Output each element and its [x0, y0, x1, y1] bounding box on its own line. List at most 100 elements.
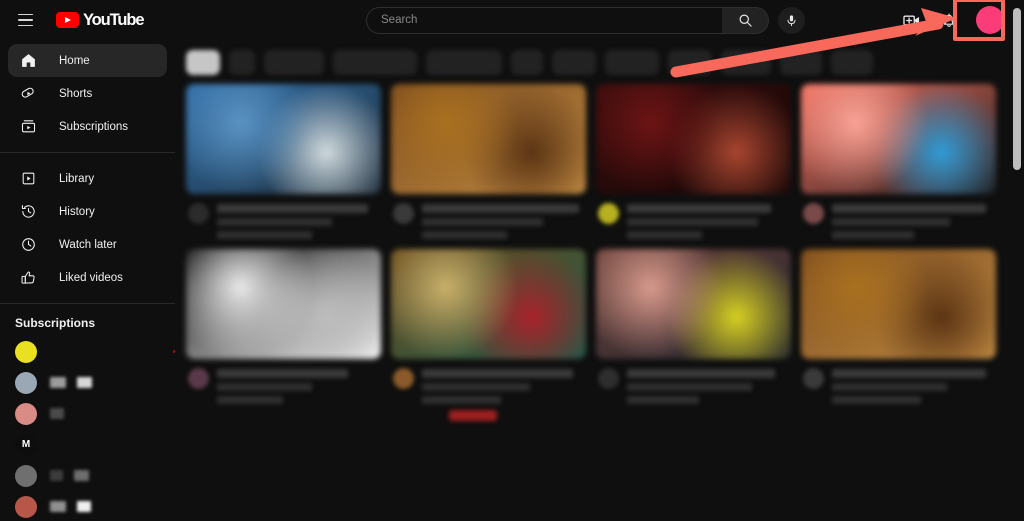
- video-thumbnail[interactable]: [596, 249, 791, 359]
- video-thumbnail[interactable]: [391, 84, 586, 194]
- video-thumbnail[interactable]: [801, 84, 996, 194]
- video-card[interactable]: [186, 249, 381, 421]
- video-thumbnail[interactable]: [186, 84, 381, 194]
- hamburger-menu-icon[interactable]: [12, 7, 38, 33]
- account-avatar[interactable]: [976, 6, 1004, 34]
- video-subtext-redacted: [422, 231, 508, 239]
- sidebar-subscription-item[interactable]: [0, 491, 175, 521]
- channel-avatar[interactable]: [803, 203, 824, 224]
- channel-avatar[interactable]: [188, 368, 209, 389]
- channel-avatar[interactable]: [188, 203, 209, 224]
- redaction-block: [50, 470, 63, 481]
- create-video-button[interactable]: [900, 9, 922, 31]
- channel-avatar: [15, 340, 37, 363]
- video-subtext-redacted: [217, 231, 313, 239]
- redaction-block: [77, 377, 92, 388]
- filter-chip[interactable]: [780, 49, 822, 75]
- video-subtext-redacted: [217, 218, 332, 226]
- sidebar-subscription-item[interactable]: [0, 398, 175, 429]
- search-button[interactable]: [722, 6, 769, 34]
- video-text-redacted: [422, 203, 586, 239]
- channel-name-redacted: [50, 377, 92, 388]
- redaction-block: [50, 501, 66, 512]
- live-badge: [449, 410, 497, 421]
- sidebar-item-liked-videos[interactable]: Liked videos: [8, 261, 167, 294]
- channel-avatar: [15, 402, 37, 425]
- video-card[interactable]: [801, 249, 996, 421]
- video-card[interactable]: [801, 84, 996, 239]
- video-card[interactable]: [596, 84, 791, 239]
- sidebar-item-subscriptions-label: Subscriptions: [59, 120, 129, 133]
- filter-chip[interactable]: [668, 49, 712, 75]
- video-thumbnail[interactable]: [596, 84, 791, 194]
- video-subtext-redacted: [422, 218, 544, 226]
- notifications-button[interactable]: [938, 9, 960, 31]
- sidebar-item-shorts[interactable]: Shorts: [8, 77, 167, 110]
- redaction-block: [77, 501, 91, 512]
- subscriptions-list: M: [0, 336, 175, 521]
- channel-avatar[interactable]: [393, 368, 414, 389]
- filter-chip[interactable]: [552, 49, 596, 75]
- video-card[interactable]: [186, 84, 381, 239]
- page-scrollbar-track[interactable]: [1010, 0, 1024, 521]
- video-subtext-redacted: [627, 383, 752, 391]
- sidebar-subscription-item[interactable]: [0, 336, 175, 367]
- filter-chip[interactable]: [721, 49, 771, 75]
- sidebar-item-subscriptions[interactable]: Subscriptions: [8, 110, 167, 143]
- video-card[interactable]: [391, 84, 586, 239]
- youtube-logo[interactable]: YouTube: [56, 11, 145, 30]
- filter-chip[interactable]: [831, 49, 873, 75]
- filter-chip[interactable]: [264, 49, 324, 75]
- channel-name-redacted: [50, 470, 89, 481]
- sidebar-subscription-item[interactable]: [0, 367, 175, 398]
- video-thumbnail[interactable]: [186, 249, 381, 359]
- video-title-redacted: [422, 369, 573, 378]
- video-title-redacted: [217, 369, 349, 378]
- channel-avatar: [15, 464, 37, 487]
- sidebar-item-home-label: Home: [59, 54, 90, 67]
- sidebar-divider-1: [0, 152, 175, 153]
- filter-chip-bar: [175, 40, 1010, 84]
- filter-chip[interactable]: [229, 49, 255, 75]
- voice-search-button[interactable]: [778, 6, 805, 34]
- search-input[interactable]: [381, 14, 722, 26]
- filter-chip[interactable]: [426, 49, 502, 75]
- search-input-box[interactable]: [366, 6, 722, 34]
- sidebar-item-watch-later[interactable]: Watch later: [8, 228, 167, 261]
- youtube-play-icon: [56, 12, 79, 28]
- video-subtext-redacted: [627, 231, 703, 239]
- sidebar-item-history[interactable]: History: [8, 195, 167, 228]
- sidebar-item-watch-later-label: Watch later: [59, 238, 117, 251]
- filter-chip[interactable]: [186, 49, 220, 75]
- video-metadata: [801, 194, 996, 239]
- video-card[interactable]: [391, 249, 586, 421]
- channel-avatar: M: [15, 433, 37, 456]
- sidebar-subscription-item[interactable]: [0, 460, 175, 491]
- page-scrollbar-thumb[interactable]: [1013, 8, 1021, 170]
- video-text-redacted: [627, 203, 791, 239]
- channel-avatar[interactable]: [393, 203, 414, 224]
- sidebar-subscription-item[interactable]: M: [0, 429, 175, 460]
- video-metadata: [391, 359, 586, 404]
- video-subtext-redacted: [832, 383, 947, 391]
- youtube-home-page: YouTube Search Home Shorts Subscriptions…: [0, 0, 1024, 521]
- subscriptions-icon: [18, 116, 39, 137]
- sidebar-item-library[interactable]: Library: [8, 162, 167, 195]
- sidebar-item-history-label: History: [59, 205, 95, 218]
- sidebar-item-home[interactable]: Home: [8, 44, 167, 77]
- video-thumbnail[interactable]: [391, 249, 586, 359]
- filter-chip[interactable]: [333, 49, 417, 75]
- channel-avatar[interactable]: [598, 203, 619, 224]
- channel-avatar[interactable]: [803, 368, 824, 389]
- shorts-icon: [18, 83, 39, 104]
- history-icon: [18, 201, 39, 222]
- microphone-icon: [787, 14, 796, 26]
- video-subtext-redacted: [832, 231, 914, 239]
- video-text-redacted: [832, 203, 996, 239]
- video-card[interactable]: [596, 249, 791, 421]
- video-thumbnail[interactable]: [801, 249, 996, 359]
- channel-avatar[interactable]: [598, 368, 619, 389]
- filter-chip[interactable]: [511, 49, 543, 75]
- video-metadata: [596, 194, 791, 239]
- filter-chip[interactable]: [605, 49, 659, 75]
